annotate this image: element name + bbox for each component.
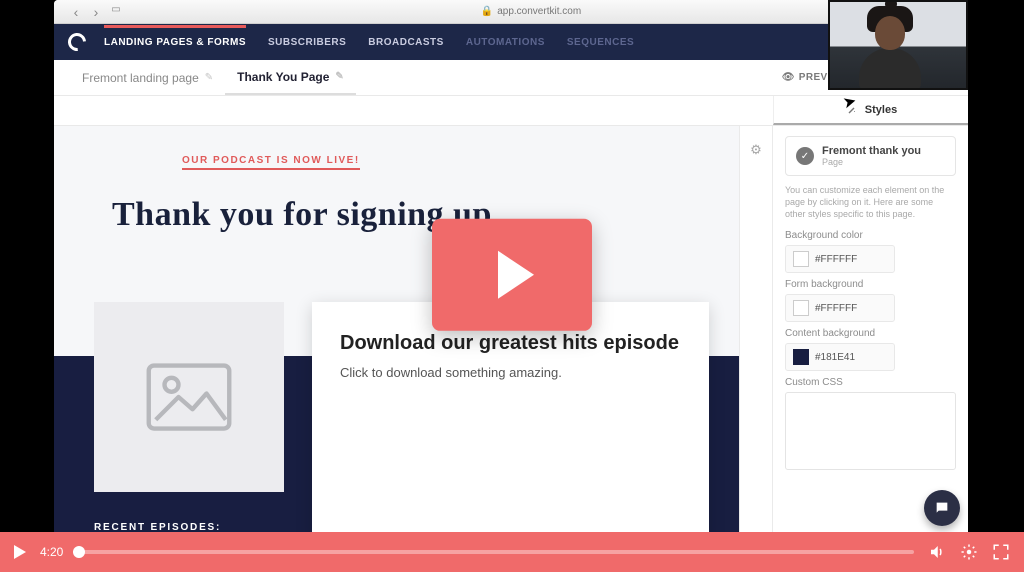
nav-automations[interactable]: AUTOMATIONS xyxy=(466,37,545,48)
presenter-webcam xyxy=(828,0,968,90)
styles-panel: ✓ Fremont thank you Page You can customi… xyxy=(773,126,968,532)
form-bg-label: Form background xyxy=(785,279,956,290)
recent-heading: RECENT EPISODES: xyxy=(94,522,255,532)
nav-broadcasts[interactable]: BROADCASTS xyxy=(368,37,444,48)
form-bg-input[interactable]: #FFFFFF xyxy=(785,294,895,322)
fullscreen-button[interactable] xyxy=(992,543,1010,561)
fullscreen-icon xyxy=(992,543,1010,561)
template-name: Fremont thank you xyxy=(822,145,921,157)
image-placeholder[interactable] xyxy=(94,302,284,492)
seek-track xyxy=(73,550,914,554)
page-canvas[interactable]: OUR PODCAST IS NOW LIVE! Thank you for s… xyxy=(54,126,739,532)
sidebar-toggle[interactable]: ▭ xyxy=(108,4,124,20)
page-heading[interactable]: Thank you for signing up xyxy=(112,196,679,234)
custom-css-textarea[interactable] xyxy=(785,392,956,470)
video-play-button[interactable] xyxy=(432,219,592,331)
download-card[interactable]: Download our greatest hits episode Click… xyxy=(312,302,709,532)
seek-knob[interactable] xyxy=(73,546,85,558)
styles-help: You can customize each element on the pa… xyxy=(785,184,956,220)
seek-bar[interactable] xyxy=(73,547,914,557)
recent-episodes[interactable]: RECENT EPISODES: List your most recent e… xyxy=(94,522,255,532)
gear-icon[interactable]: ⚙ xyxy=(740,142,772,158)
content-bg-input[interactable]: #181E41 xyxy=(785,343,895,371)
tagline[interactable]: OUR PODCAST IS NOW LIVE! xyxy=(182,155,360,170)
video-controls: 4:20 xyxy=(0,532,1024,572)
card-body: Click to download something amazing. xyxy=(340,365,681,380)
nav-sequences[interactable]: SEQUENCES xyxy=(567,37,634,48)
tab-styles[interactable]: Styles xyxy=(773,96,968,125)
eye-icon: 👁 xyxy=(782,72,795,83)
crumb-current-label: Thank You Page xyxy=(237,70,329,84)
play-button[interactable] xyxy=(14,545,26,559)
address-bar[interactable]: 🔒app.convertkit.com xyxy=(124,6,938,17)
custom-css-label: Custom CSS xyxy=(785,377,956,388)
edit-icon[interactable]: ✎ xyxy=(205,72,213,83)
color-swatch xyxy=(793,300,809,316)
crumb-parent[interactable]: Fremont landing page ✎ xyxy=(70,60,225,95)
presenter xyxy=(875,16,921,90)
color-swatch xyxy=(793,349,809,365)
bg-color-input[interactable]: #FFFFFF xyxy=(785,245,895,273)
content-columns: Download our greatest hits episode Click… xyxy=(94,302,709,532)
help-fab[interactable] xyxy=(924,490,960,526)
color-swatch xyxy=(793,251,809,267)
volume-button[interactable] xyxy=(928,543,946,561)
video-stage: ‹ › ▭ 🔒app.convertkit.com ⇪ LANDING PAGE… xyxy=(0,0,1024,572)
edit-icon[interactable]: ✎ xyxy=(335,71,343,82)
back-button[interactable]: ‹ xyxy=(68,4,84,20)
nav-landing-pages[interactable]: LANDING PAGES & FORMS xyxy=(104,37,246,48)
template-card[interactable]: ✓ Fremont thank you Page xyxy=(785,136,956,176)
chat-icon xyxy=(934,500,950,516)
image-icon xyxy=(144,362,234,432)
page-content: OUR PODCAST IS NOW LIVE! Thank you for s… xyxy=(54,126,739,234)
content-bg-label: Content background xyxy=(785,328,956,339)
crumb-parent-label: Fremont landing page xyxy=(82,71,199,85)
nav-buttons: ‹ › ▭ xyxy=(68,4,124,20)
bg-color-label: Background color xyxy=(785,230,956,241)
convertkit-logo-icon[interactable] xyxy=(64,29,89,54)
gear-icon xyxy=(960,543,978,561)
forward-button[interactable]: › xyxy=(88,4,104,20)
nav-subscribers[interactable]: SUBSCRIBERS xyxy=(268,37,346,48)
settings-button[interactable] xyxy=(960,543,978,561)
settings-rail: ⚙ xyxy=(739,126,773,532)
crumb-current[interactable]: Thank You Page ✎ xyxy=(225,60,356,95)
check-icon: ✓ xyxy=(796,147,814,165)
template-type: Page xyxy=(822,157,921,167)
volume-icon xyxy=(928,543,946,561)
card-title: Download our greatest hits episode xyxy=(340,332,681,355)
editor-tabbar: Styles xyxy=(54,96,968,126)
video-time: 4:20 xyxy=(40,545,63,559)
